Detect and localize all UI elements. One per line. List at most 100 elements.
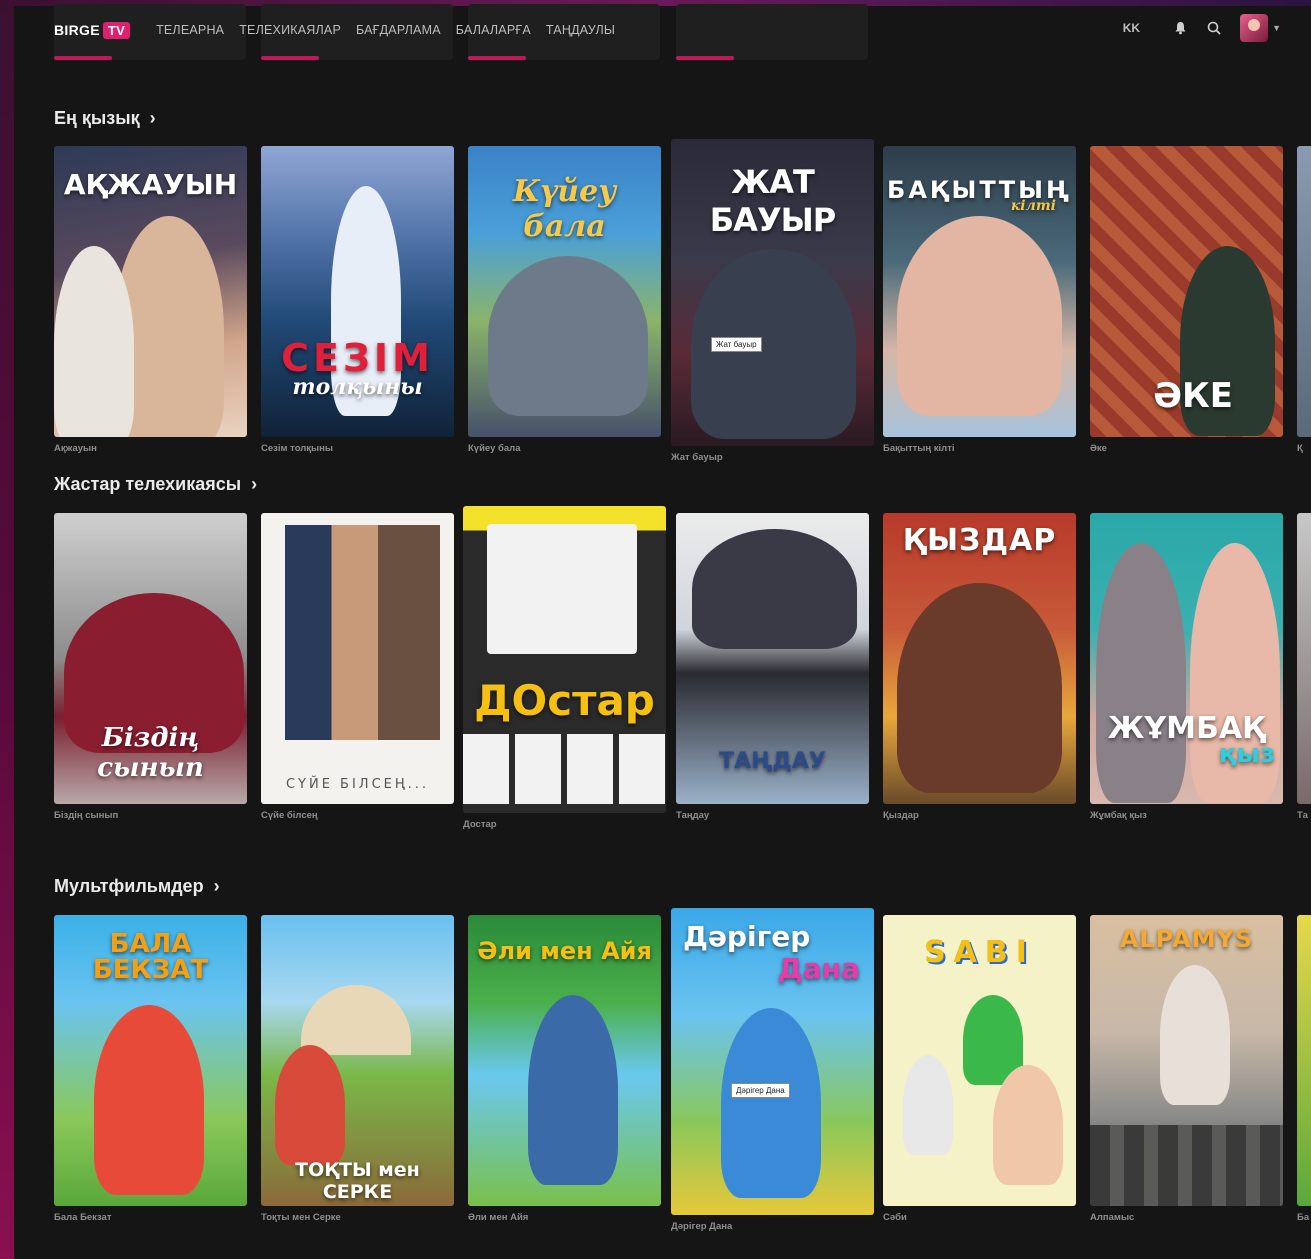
- content-card[interactable]: СЕЗІМ толқыны Сезім толқыны: [261, 146, 454, 454]
- chevron-right-icon: ›: [149, 108, 156, 128]
- poster-subtitle: Дана: [777, 952, 860, 985]
- poster-image: СЕЗІМ толқыны: [261, 146, 454, 437]
- poster-image: ALPAMYS: [1090, 915, 1283, 1206]
- poster-image: ДОстар: [463, 506, 666, 813]
- nav-item-channels[interactable]: ТЕЛЕАРНА: [156, 23, 224, 37]
- content-card[interactable]: ТАҢДАУ Таңдау: [676, 513, 869, 821]
- content-card[interactable]: СҮЙЕ БІЛСЕҢ... Сүйе білсең: [261, 513, 454, 821]
- poster-image: Дәрігер Дана Дәрігер Дана: [671, 908, 874, 1215]
- carousel-row-cartoons: БАЛА БЕКЗАТ Бала Бекзат ТОҚТЫ мен СЕРКЕ …: [54, 908, 1311, 1255]
- card-caption: Сәби: [883, 1212, 907, 1223]
- content-card[interactable]: ALPAMYS Алпамыс: [1090, 915, 1283, 1223]
- section-title-cartoons[interactable]: Мультфильмдер ›: [54, 876, 220, 897]
- poster-title: СҮЙЕ БІЛСЕҢ...: [285, 777, 430, 792]
- poster-title: Дәрігер: [683, 920, 811, 953]
- poster-title: ДОстар: [474, 676, 655, 725]
- poster-subtitle: толқыны: [292, 374, 423, 400]
- poster-title: ТОҚТЫ мен СЕРКЕ: [295, 1159, 420, 1203]
- poster-image: ТАҢДАУ: [676, 513, 869, 804]
- poster-image: ЖАТ БАУЫР Жат бауыр: [671, 139, 874, 446]
- nav-item-kids[interactable]: БАЛАЛАРҒА: [456, 23, 531, 37]
- carousel-row-youth-series: Біздің сынып Біздің сынып СҮЙЕ БІЛСЕҢ...…: [54, 506, 1311, 853]
- carousel-row-trending: АҚЖАУЫН Ақжауын СЕЗІМ толқыны Сезім толқ…: [54, 139, 1311, 486]
- bell-icon[interactable]: [1172, 20, 1188, 36]
- poster-image: СҮЙЕ БІЛСЕҢ...: [261, 513, 454, 804]
- content-card[interactable]: ТОҚТЫ мен СЕРКЕ Тоқты мен Серке: [261, 915, 454, 1223]
- poster-title: ӘКЕ: [1153, 376, 1233, 416]
- content-card[interactable]: АҚЖАУЫН Ақжауын: [54, 146, 247, 454]
- page-edge-glow: [0, 0, 14, 1259]
- card-caption: Әке: [1090, 443, 1107, 454]
- poster-title: АҚЖАУЫН: [63, 168, 238, 201]
- poster-title: Біздің сынып: [97, 723, 204, 783]
- content-card[interactable]: Күйеу бала Күйеу бала: [468, 146, 661, 454]
- poster-image: ӘКЕ: [1090, 146, 1283, 437]
- content-card[interactable]: БАҚЫТТЫҢ кілті Бақыттың кілті: [883, 146, 1076, 454]
- chevron-down-icon[interactable]: ▼: [1272, 23, 1281, 33]
- brand-badge: TV: [102, 21, 131, 39]
- brand-name: BIRGE: [54, 22, 100, 38]
- top-header: BIRGE TV ТЕЛЕАРНА ТЕЛЕХИКАЯЛАР БАҒДАРЛАМ…: [14, 6, 1311, 54]
- card-caption: Бақыттың кілті: [883, 443, 955, 454]
- content-card[interactable]: ЖАТ БАУЫР Жат бауыр Жат бауыр: [671, 139, 874, 463]
- hover-tooltip: Жат бауыр: [711, 337, 762, 352]
- card-caption: Достар: [463, 819, 497, 830]
- poster-subtitle: қыз: [1218, 739, 1275, 769]
- hover-tooltip: Дәрігер Дана: [731, 1083, 790, 1098]
- card-caption: Ақжауын: [54, 443, 97, 454]
- content-card[interactable]: Біздің сынып Біздің сынып: [54, 513, 247, 821]
- next-card-peek[interactable]: [1297, 915, 1311, 1206]
- poster-image: Күйеу бала: [468, 146, 661, 437]
- poster-image: ТОҚТЫ мен СЕРКЕ: [261, 915, 454, 1206]
- card-caption: Ба: [1297, 1212, 1310, 1223]
- content-card[interactable]: ӘКЕ Әке: [1090, 146, 1283, 454]
- poster-image: ҚЫЗДАР: [883, 513, 1076, 804]
- nav-item-programs[interactable]: БАҒДАРЛАМА: [356, 23, 441, 37]
- poster-title: БАЛА БЕКЗАТ: [92, 929, 209, 985]
- card-caption: Жат бауыр: [671, 452, 723, 463]
- card-caption: Бала Бекзат: [54, 1212, 112, 1223]
- poster-title: ALPAMYS: [1119, 925, 1254, 953]
- section-title-youth-series[interactable]: Жастар телехикаясы ›: [54, 474, 257, 495]
- poster-title: SABI: [924, 935, 1035, 970]
- poster-title: ЖАТ БАУЫР: [709, 163, 836, 239]
- avatar[interactable]: [1240, 14, 1269, 42]
- chevron-right-icon: ›: [213, 876, 220, 896]
- content-card[interactable]: ҚЫЗДАР Қыздар: [883, 513, 1076, 821]
- card-caption: Күйеу бала: [468, 443, 521, 454]
- poster-image: SABI: [883, 915, 1076, 1206]
- poster-title: Күйеу бала: [512, 174, 617, 244]
- card-caption: Таңдау: [676, 810, 710, 821]
- poster-title: ҚЫЗДАР: [902, 523, 1057, 558]
- poster-image: Әли мен Айя: [468, 915, 661, 1206]
- content-card[interactable]: БАЛА БЕКЗАТ Бала Бекзат: [54, 915, 247, 1223]
- nav-item-series[interactable]: ТЕЛЕХИКАЯЛАР: [239, 23, 341, 37]
- section-title-trending[interactable]: Ең қызық ›: [54, 108, 156, 129]
- content-card[interactable]: Әли мен Айя Әли мен Айя: [468, 915, 661, 1223]
- card-caption: Сүйе білсең: [261, 810, 318, 821]
- poster-title: Әли мен Айя: [477, 937, 652, 965]
- card-caption: Сезім толқыны: [261, 443, 334, 454]
- card-caption: Та: [1297, 810, 1308, 821]
- card-caption: Қыздар: [883, 810, 919, 821]
- content-card[interactable]: ДОстар Достар: [463, 506, 666, 830]
- nav-item-favorites[interactable]: ТАҢДАУЛЫ: [546, 23, 615, 37]
- card-caption: Алпамыс: [1090, 1212, 1135, 1223]
- poster-image: Біздің сынып: [54, 513, 247, 804]
- next-card-peek[interactable]: [1297, 146, 1311, 437]
- poster-subtitle: кілті: [1010, 198, 1056, 214]
- card-caption: Әли мен Айя: [468, 1212, 529, 1223]
- search-icon[interactable]: [1206, 20, 1222, 36]
- content-card[interactable]: ЖҰМБАҚ қыз Жұмбақ қыз: [1090, 513, 1283, 821]
- chevron-right-icon: ›: [251, 474, 258, 494]
- content-card[interactable]: SABI Сәби: [883, 915, 1076, 1223]
- card-caption: Қ: [1297, 443, 1303, 454]
- brand-logo[interactable]: BIRGE TV: [54, 21, 131, 39]
- header-actions: KK ▼: [1123, 14, 1281, 42]
- content-card[interactable]: Дәрігер Дана Дәрігер Дана Дәрігер Дана: [671, 908, 874, 1232]
- card-caption: Біздің сынып: [54, 810, 119, 821]
- poster-image: АҚЖАУЫН: [54, 146, 247, 437]
- next-card-peek[interactable]: [1297, 513, 1311, 804]
- language-selector[interactable]: KK: [1123, 21, 1140, 35]
- main-nav: ТЕЛЕАРНА ТЕЛЕХИКАЯЛАР БАҒДАРЛАМА БАЛАЛАР…: [156, 23, 615, 37]
